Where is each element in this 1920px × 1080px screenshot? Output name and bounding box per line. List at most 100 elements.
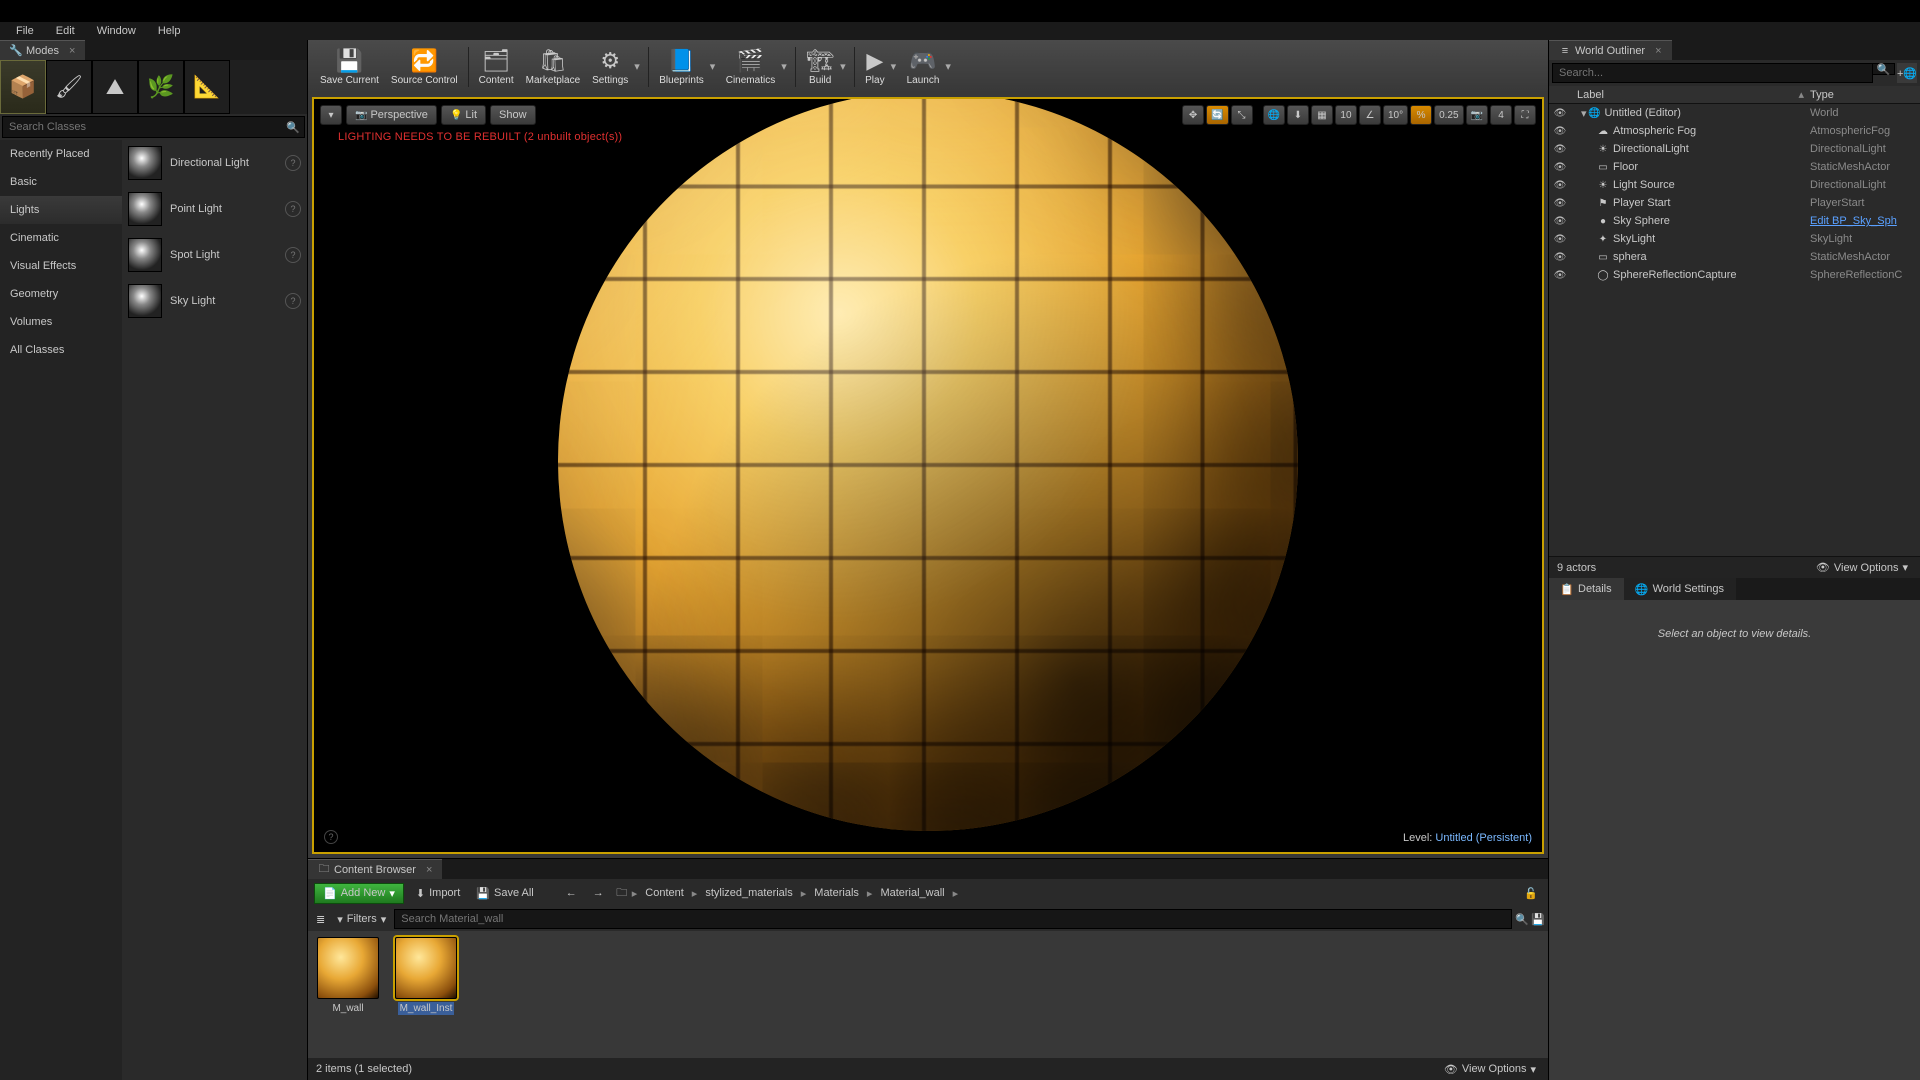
help-icon[interactable]: ? xyxy=(285,247,301,263)
breadcrumb-item[interactable]: Materials xyxy=(810,885,863,901)
mode-landscape[interactable]: ⛰ xyxy=(92,60,138,114)
content-search-input[interactable] xyxy=(394,909,1512,929)
outliner-row[interactable]: 👁✦SkyLightSkyLight xyxy=(1549,230,1920,248)
mode-paint[interactable]: 🖌 xyxy=(46,60,92,114)
search-icon[interactable]: 🔍 xyxy=(1873,63,1895,75)
world-settings-tab[interactable]: 🌐World Settings xyxy=(1624,578,1736,600)
outliner-search-input[interactable] xyxy=(1552,63,1873,83)
save-search-icon[interactable]: 💾 xyxy=(1532,913,1544,925)
visibility-icon[interactable]: 👁 xyxy=(1553,180,1567,191)
close-icon[interactable]: × xyxy=(426,864,432,876)
play-button[interactable]: ▶Play xyxy=(859,42,890,92)
outliner-row[interactable]: 👁☀Light SourceDirectionalLight xyxy=(1549,176,1920,194)
viewport[interactable]: ▾ 📷 Perspective 💡 Lit Show ✥ 🔄 ⤡ 🌐 ⬇ ▦ 1… xyxy=(312,97,1544,854)
outliner-row[interactable]: 👁☁Atmospheric FogAtmosphericFog xyxy=(1549,122,1920,140)
modes-tab[interactable]: 🔧 Modes × xyxy=(0,40,85,60)
chevron-down-icon[interactable]: ▾ xyxy=(891,60,901,73)
category-item[interactable]: Volumes xyxy=(0,308,122,336)
viewport-options[interactable]: ▾ xyxy=(320,105,342,125)
light-item[interactable]: Sky Light? xyxy=(122,278,307,324)
light-item[interactable]: Directional Light? xyxy=(122,140,307,186)
visibility-icon[interactable]: 👁 xyxy=(1553,270,1567,281)
camera-speed[interactable]: 📷 xyxy=(1466,105,1488,125)
perspective-button[interactable]: 📷 Perspective xyxy=(346,105,437,125)
nav-back[interactable]: ← xyxy=(562,884,581,902)
category-item[interactable]: All Classes xyxy=(0,336,122,364)
category-item[interactable]: Geometry xyxy=(0,280,122,308)
visibility-icon[interactable]: 👁 xyxy=(1553,216,1567,227)
visibility-icon[interactable]: 👁 xyxy=(1553,144,1567,155)
source-control-button[interactable]: 🔁Source Control xyxy=(385,42,464,92)
help-icon[interactable]: ? xyxy=(285,201,301,217)
close-icon[interactable]: × xyxy=(69,45,75,57)
expand-icon[interactable]: ▾ xyxy=(1581,107,1587,120)
modes-search-input[interactable] xyxy=(3,117,282,137)
mode-foliage[interactable]: 🌿 xyxy=(138,60,184,114)
view-options-button[interactable]: 👁 View Options ▾ xyxy=(1812,558,1912,577)
help-icon[interactable]: ? xyxy=(285,293,301,309)
launch-button[interactable]: 🎮Launch xyxy=(901,42,946,92)
world-outliner-tab[interactable]: ≡ World Outliner × xyxy=(1549,40,1672,60)
asset-item[interactable]: M_wall_Inst xyxy=(392,937,460,1052)
visibility-icon[interactable]: 👁 xyxy=(1553,198,1567,209)
close-icon[interactable]: × xyxy=(1655,45,1661,57)
col-label[interactable]: Label xyxy=(1549,89,1798,101)
scale-snap-value[interactable]: 0.25 xyxy=(1434,105,1463,125)
col-type[interactable]: Type xyxy=(1810,89,1920,101)
chevron-down-icon[interactable]: ▾ xyxy=(634,60,644,73)
angle-snap-value[interactable]: 10° xyxy=(1383,105,1408,125)
save-all-button[interactable]: 💾 Save All xyxy=(472,884,537,903)
marketplace-button[interactable]: 🛍Marketplace xyxy=(520,42,586,92)
grid-snap[interactable]: ▦ xyxy=(1311,105,1333,125)
mode-place[interactable]: 📦 xyxy=(0,60,46,114)
import-button[interactable]: ⬇ Import xyxy=(412,884,464,903)
outliner-row[interactable]: 👁⚑Player StartPlayerStart xyxy=(1549,194,1920,212)
lit-button[interactable]: 💡 Lit xyxy=(441,105,486,125)
level-name[interactable]: Untitled (Persistent) xyxy=(1435,832,1532,844)
search-icon[interactable]: 🔍 xyxy=(282,117,304,137)
mode-geometry[interactable]: 📐 xyxy=(184,60,230,114)
chevron-down-icon[interactable]: ▾ xyxy=(945,60,955,73)
chevron-down-icon[interactable]: ▾ xyxy=(840,60,850,73)
coord-space[interactable]: 🌐 xyxy=(1263,105,1285,125)
show-button[interactable]: Show xyxy=(490,105,536,125)
camera-speed-value[interactable]: 4 xyxy=(1490,105,1512,125)
asset-item[interactable]: M_wall xyxy=(314,937,382,1052)
filters-button[interactable]: ▾ Filters ▾ xyxy=(333,910,390,929)
category-item[interactable]: Basic xyxy=(0,168,122,196)
outliner-row[interactable]: 👁◯SphereReflectionCaptureSphereReflectio… xyxy=(1549,266,1920,284)
transform-rotate[interactable]: 🔄 xyxy=(1206,105,1228,125)
visibility-icon[interactable]: 👁 xyxy=(1553,252,1567,263)
search-icon[interactable]: 🔍 xyxy=(1516,913,1528,925)
grid-snap-value[interactable]: 10 xyxy=(1335,105,1357,125)
help-icon[interactable]: ? xyxy=(285,155,301,171)
surface-snap[interactable]: ⬇ xyxy=(1287,105,1309,125)
cinematics-button[interactable]: 🎬Cinematics xyxy=(720,42,781,92)
save-button[interactable]: 💾Save Current xyxy=(314,42,385,92)
view-options-button[interactable]: 👁 View Options ▾ xyxy=(1440,1060,1540,1079)
outliner-row[interactable]: 👁▾🌐Untitled (Editor)World xyxy=(1549,104,1920,122)
visibility-icon[interactable]: 👁 xyxy=(1553,126,1567,137)
chevron-down-icon[interactable]: ▾ xyxy=(710,60,720,73)
breadcrumb-item[interactable]: stylized_materials xyxy=(701,885,796,901)
content-button[interactable]: 🗂Content xyxy=(473,42,520,92)
light-item[interactable]: Point Light? xyxy=(122,186,307,232)
build-button[interactable]: 🏗Build xyxy=(800,42,840,92)
actor-type[interactable]: Edit BP_Sky_Sph xyxy=(1810,215,1920,227)
visibility-icon[interactable]: 👁 xyxy=(1553,234,1567,245)
blueprints-button[interactable]: 📘Blueprints xyxy=(653,42,709,92)
add-new-button[interactable]: 📄 Add New ▾ xyxy=(314,883,404,904)
transform-move[interactable]: ✥ xyxy=(1182,105,1204,125)
content-browser-tab[interactable]: 🗀 Content Browser × xyxy=(308,859,442,879)
light-item[interactable]: Spot Light? xyxy=(122,232,307,278)
visibility-icon[interactable]: 👁 xyxy=(1553,162,1567,173)
add-actor-button[interactable]: +🌐 xyxy=(1897,63,1917,83)
angle-snap[interactable]: ∠ xyxy=(1359,105,1381,125)
help-icon[interactable]: ? xyxy=(324,830,338,844)
menu-window[interactable]: Window xyxy=(87,23,146,39)
lock-icon[interactable]: 🔓 xyxy=(1520,884,1542,903)
category-item[interactable]: Recently Placed xyxy=(0,140,122,168)
scale-snap[interactable]: % xyxy=(1410,105,1432,125)
menu-file[interactable]: File xyxy=(6,23,44,39)
outliner-row[interactable]: 👁●Sky SphereEdit BP_Sky_Sph xyxy=(1549,212,1920,230)
